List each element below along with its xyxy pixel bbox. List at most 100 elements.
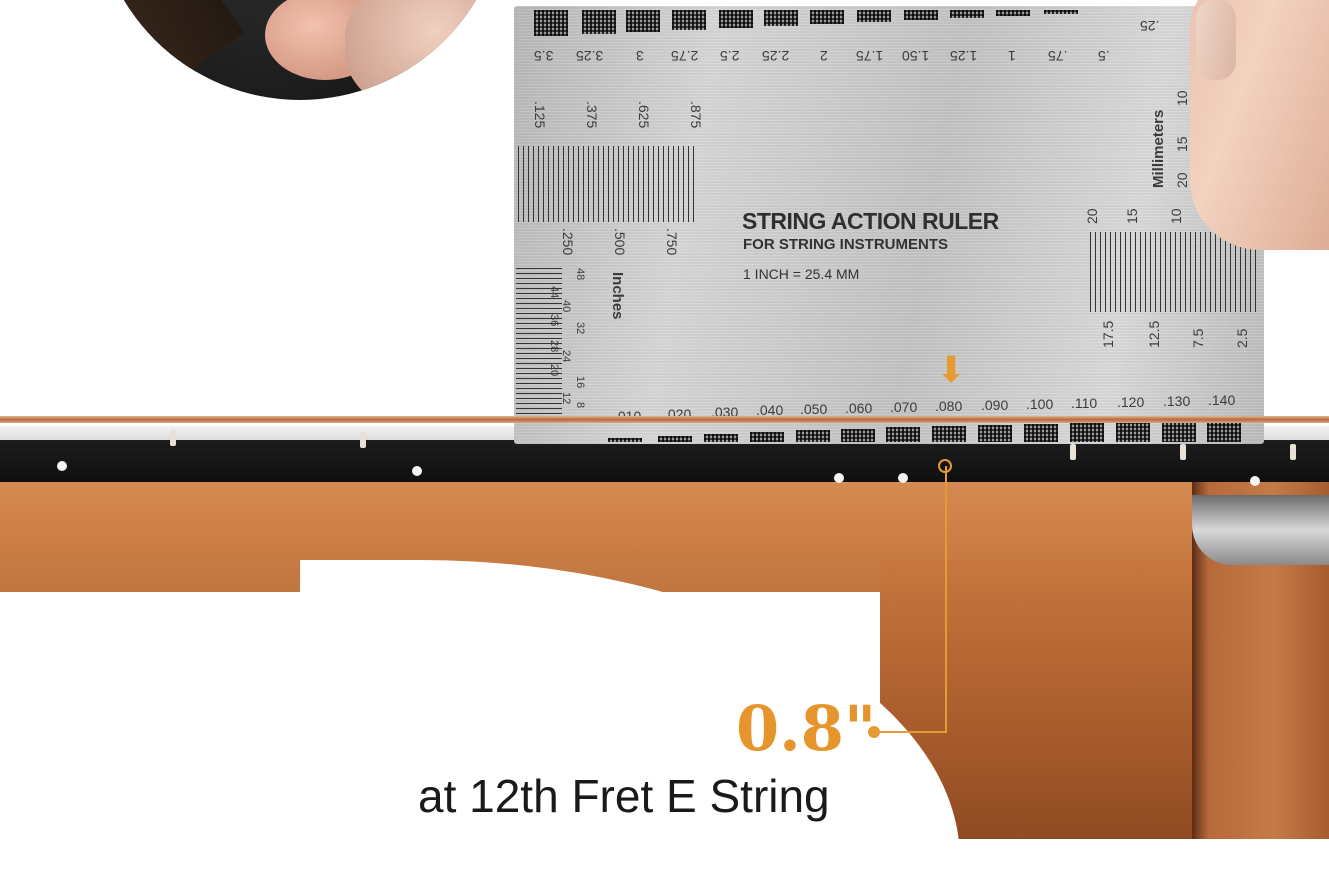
feeler-slot	[978, 425, 1012, 442]
bottom-scale-label: .140	[1208, 392, 1236, 408]
side-scale-label: 20	[548, 364, 560, 377]
fret-marker-dot	[834, 473, 844, 483]
top-scale-label: 1.50	[902, 48, 930, 64]
feeler-slot	[704, 434, 738, 442]
bottom-scale-label: .090	[981, 397, 1009, 413]
feeler-slot	[841, 429, 875, 442]
feeler-slot	[719, 10, 753, 28]
mm-mid-label: 15	[1124, 208, 1140, 224]
top-scale-label: 2.75	[671, 48, 699, 64]
feeler-slot	[950, 10, 984, 18]
bottom-scale-label: .100	[1026, 396, 1054, 412]
fret-marker-dot	[57, 461, 67, 471]
fretboard	[0, 440, 1329, 482]
bottom-scale-label: .110	[1071, 395, 1098, 411]
feeler-slot	[672, 10, 706, 30]
side-scale-label: 16	[574, 376, 586, 389]
top-scale-label: 3.5	[534, 48, 554, 64]
side-scale-label: 24	[560, 350, 572, 363]
side-scale-label: 44	[548, 286, 560, 299]
inch-mark-label: .875	[688, 101, 704, 129]
fret	[1290, 444, 1296, 460]
feeler-slot	[1207, 420, 1241, 442]
top-scale-label: 3	[636, 48, 644, 64]
feeler-slot	[534, 10, 568, 36]
millimeters-label: Millimeters	[1150, 109, 1167, 188]
guitar-body-binding	[1192, 495, 1329, 565]
measurement-value: 0.8"	[736, 692, 877, 765]
leader-line	[945, 466, 947, 732]
fret-marker-dot	[1250, 476, 1260, 486]
inch-mark-label: .125	[532, 101, 548, 129]
top-scale-label: 2.5	[720, 48, 740, 64]
inset-photo	[95, 0, 505, 100]
top-scale-label: 1	[1008, 48, 1016, 64]
feeler-slot	[764, 10, 798, 26]
feeler-slot	[886, 427, 920, 442]
string-action-ruler: 3.5 3.25 3 2.75 2.5 2.25 2 1.75 1.50 1.2…	[514, 6, 1264, 444]
feeler-slot	[1162, 421, 1196, 442]
top-scale-label: .25	[1140, 18, 1160, 34]
inch-mark-label: .500	[612, 228, 628, 256]
bottom-scale-label: .130	[1163, 393, 1191, 409]
feeler-slot	[904, 10, 938, 20]
top-scale-label: .75	[1048, 48, 1068, 64]
mm-mid-label: 10	[1168, 208, 1184, 224]
feeler-slot	[582, 10, 616, 34]
top-scale-label: 1.75	[856, 48, 884, 64]
bottom-scale-label: .060	[845, 400, 873, 416]
side-scale-label: 40	[560, 300, 572, 313]
measurement-caption: at 12th Fret E String	[418, 770, 830, 822]
fret-marker-dot	[412, 466, 422, 476]
mm-top-label: 15	[1174, 136, 1190, 152]
inch-mark-label: .375	[584, 101, 600, 129]
fret	[360, 432, 366, 448]
mm-low-label: 12.5	[1146, 320, 1162, 348]
feeler-slot	[810, 10, 844, 24]
top-scale-label: 2	[820, 48, 828, 64]
feeler-slot	[1070, 423, 1104, 442]
feeler-slot	[626, 10, 660, 32]
feeler-slot	[1044, 10, 1078, 14]
inch-mark-label: .750	[664, 228, 680, 256]
side-scale-label: 28	[548, 340, 560, 353]
inch-mark-label: .250	[560, 228, 576, 256]
mm-top-label: 20	[1174, 172, 1190, 188]
feeler-slot	[796, 430, 830, 442]
inset-guitar-neck	[95, 0, 245, 100]
top-scale-label: .5	[1098, 48, 1110, 64]
feeler-slot	[932, 426, 966, 442]
feeler-slot	[608, 438, 642, 442]
bottom-scale-label: .120	[1117, 394, 1145, 410]
inches-label: Inches	[609, 272, 626, 320]
ruler-title: STRING ACTION RULER	[742, 208, 999, 234]
feeler-slot	[1024, 424, 1058, 442]
top-scale-label: 3.25	[576, 48, 604, 64]
feeler-slot	[1116, 422, 1150, 442]
mm-low-label: 7.5	[1190, 328, 1206, 348]
inch-tick-scale	[518, 146, 698, 222]
mm-mid-label: 20	[1084, 208, 1100, 224]
guitar-string	[0, 416, 1329, 423]
inset-hand	[345, 0, 505, 100]
bottom-scale-label: .070	[890, 399, 918, 415]
arrow-down-icon: ⬇	[936, 349, 967, 390]
feeler-slot	[658, 436, 692, 442]
thumb-nail	[1196, 0, 1236, 80]
ruler-subtitle: FOR STRING INSTRUMENTS	[743, 236, 948, 253]
leader-line	[878, 731, 947, 733]
mm-low-label: 2.5	[1234, 328, 1250, 348]
feeler-slot	[750, 432, 784, 442]
ruler-conversion: 1 INCH = 25.4 MM	[743, 266, 860, 282]
top-scale-label: 2.25	[762, 48, 790, 64]
inch-mark-label: .625	[636, 101, 652, 129]
fret	[170, 430, 176, 446]
side-scale-label: 36	[548, 314, 560, 327]
side-scale-label: 32	[574, 322, 586, 335]
feeler-slot	[857, 10, 891, 22]
top-scale-label: 1.25	[950, 48, 978, 64]
bottom-scale-label: .080	[935, 398, 963, 414]
fret	[1180, 444, 1186, 460]
fret	[1070, 444, 1076, 460]
mm-low-label: 17.5	[1100, 320, 1116, 348]
